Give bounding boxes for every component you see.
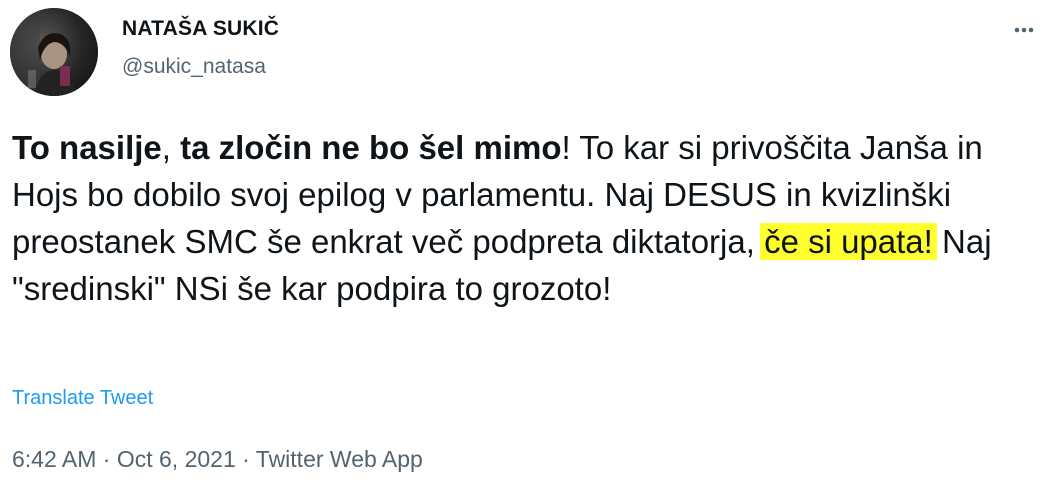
tweet-text: To nasilje, ta zločin ne bo šel mimo! To… bbox=[12, 124, 1032, 312]
tweet-text-bold-2: ta zločin ne bo šel mimo bbox=[180, 129, 562, 166]
avatar[interactable] bbox=[10, 8, 98, 96]
tweet-text-separator: , bbox=[161, 129, 181, 166]
meta-separator: · bbox=[96, 446, 117, 472]
author-handle[interactable]: @sukic_natasa bbox=[122, 55, 266, 79]
more-horizontal-icon bbox=[1014, 27, 1034, 33]
translate-tweet-link[interactable]: Translate Tweet bbox=[12, 387, 153, 410]
avatar-photo bbox=[10, 8, 98, 96]
more-options-button[interactable] bbox=[1008, 20, 1040, 40]
highlighted-phrase: če si upata! bbox=[760, 223, 937, 260]
tweet-date[interactable]: Oct 6, 2021 bbox=[117, 446, 236, 472]
tweet-source[interactable]: Twitter Web App bbox=[256, 446, 423, 472]
author-name[interactable]: NATAŠA SUKIČ bbox=[122, 17, 279, 41]
tweet-card: NATAŠA SUKIČ @sukic_natasa To nasilje, t… bbox=[0, 0, 1048, 503]
tweet-text-bold-1: To nasilje bbox=[12, 129, 162, 166]
tweet-time[interactable]: 6:42 AM bbox=[12, 446, 96, 472]
tweet-metadata: 6:42 AM · Oct 6, 2021 · Twitter Web App bbox=[12, 446, 423, 473]
meta-separator: · bbox=[235, 446, 256, 472]
